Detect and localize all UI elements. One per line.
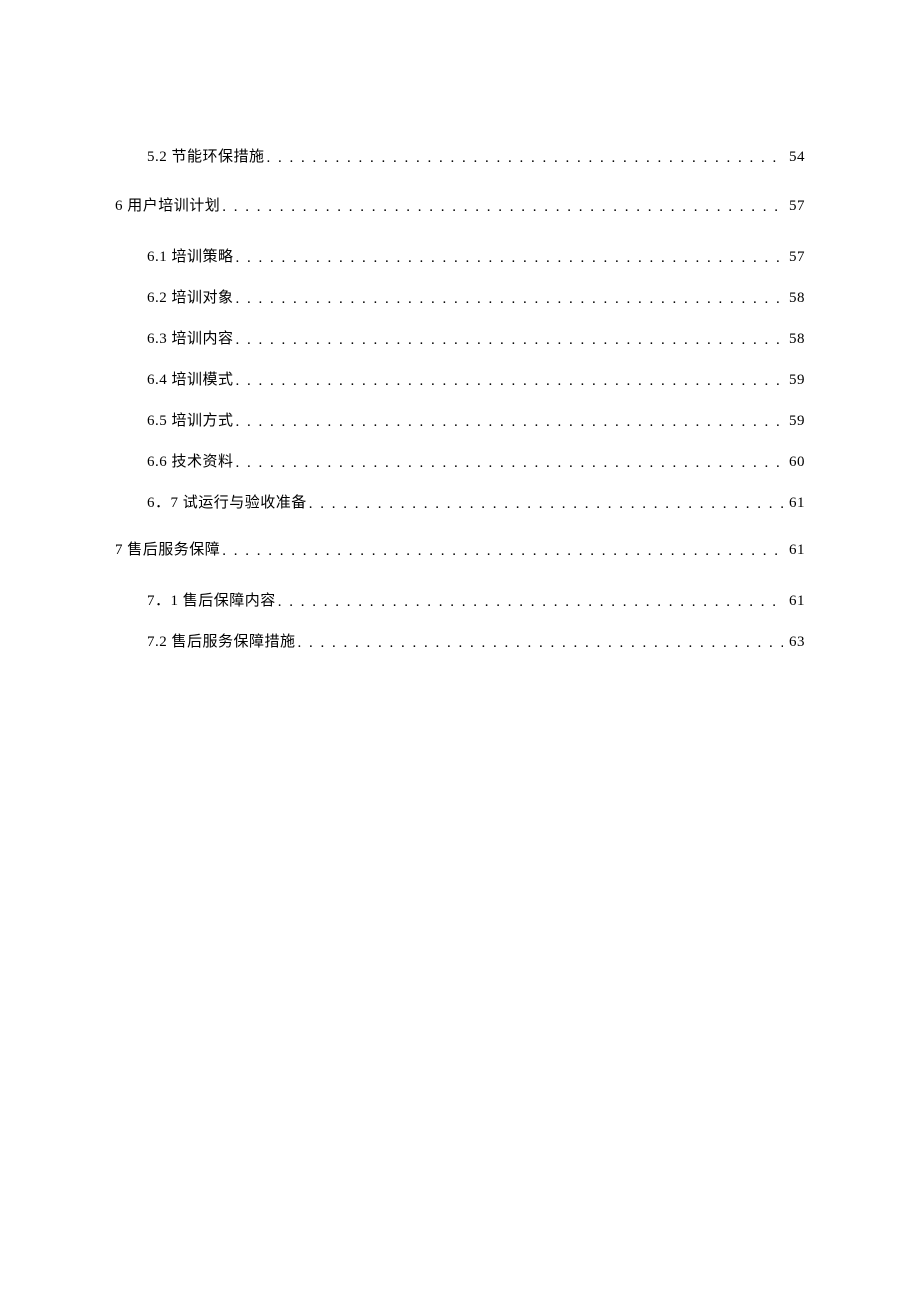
toc-entry-page: 54 xyxy=(785,149,805,166)
toc-entry-page: 61 xyxy=(785,495,805,512)
toc-entry: 7.2 售后服务保障措施 63 xyxy=(115,630,805,651)
toc-entry-title: 6 用户培训计划 xyxy=(115,194,220,215)
toc-leader-dots xyxy=(278,594,783,611)
toc-entry-title: 6.2 培训对象 xyxy=(147,286,234,307)
toc-entry-page: 59 xyxy=(785,372,805,389)
toc-entry: 5.2 节能环保措施 54 xyxy=(115,145,805,166)
toc-entry-title: 6.6 技术资料 xyxy=(147,450,234,471)
toc-entry: 6.6 技术资料 60 xyxy=(115,450,805,471)
toc-entry: 6.5 培训方式 59 xyxy=(115,409,805,430)
toc-leader-dots xyxy=(236,414,783,431)
toc-leader-dots xyxy=(236,455,783,472)
toc-leader-dots xyxy=(236,291,783,308)
toc-entry: 6.1 培训策略 57 xyxy=(115,245,805,266)
toc-leader-dots xyxy=(236,332,783,349)
toc-entry-page: 61 xyxy=(785,542,805,559)
toc-entry-page: 60 xyxy=(785,454,805,471)
toc-leader-dots xyxy=(267,150,783,167)
toc-entry: 6.4 培训模式 59 xyxy=(115,368,805,389)
toc-leader-dots xyxy=(236,250,783,267)
toc-entry-title: 6.4 培训模式 xyxy=(147,368,234,389)
toc-entry-title: 5.2 节能环保措施 xyxy=(147,145,265,166)
toc-leader-dots xyxy=(222,199,783,216)
toc-leader-dots xyxy=(222,543,783,560)
toc-entry-page: 63 xyxy=(785,634,805,651)
toc-entry-page: 59 xyxy=(785,413,805,430)
toc-entry-title: 6.5 培训方式 xyxy=(147,409,234,430)
toc-entry-title: 6.1 培训策略 xyxy=(147,245,234,266)
toc-entry: 6 用户培训计划 57 xyxy=(115,194,805,215)
toc-entry: 7 售后服务保障 61 xyxy=(115,538,805,559)
toc-entry-title: 6．7 试运行与验收准备 xyxy=(147,491,307,512)
toc-entry-page: 57 xyxy=(785,249,805,266)
toc-entry: 6．7 试运行与验收准备 61 xyxy=(115,491,805,512)
toc-entry-title: 6.3 培训内容 xyxy=(147,327,234,348)
toc-entry-page: 57 xyxy=(785,198,805,215)
toc-leader-dots xyxy=(298,635,783,652)
toc-entry-page: 58 xyxy=(785,290,805,307)
toc-entry-title: 7 售后服务保障 xyxy=(115,538,220,559)
toc-entry: 6.2 培训对象 58 xyxy=(115,286,805,307)
toc-entry-page: 61 xyxy=(785,593,805,610)
table-of-contents: 5.2 节能环保措施 54 6 用户培训计划 57 6.1 培训策略 57 6.… xyxy=(115,145,805,651)
toc-entry: 6.3 培训内容 58 xyxy=(115,327,805,348)
toc-entry: 7．1 售后保障内容 61 xyxy=(115,589,805,610)
toc-leader-dots xyxy=(236,373,783,390)
toc-entry-title: 7．1 售后保障内容 xyxy=(147,589,276,610)
toc-entry-title: 7.2 售后服务保障措施 xyxy=(147,630,296,651)
toc-entry-page: 58 xyxy=(785,331,805,348)
toc-leader-dots xyxy=(309,496,783,513)
